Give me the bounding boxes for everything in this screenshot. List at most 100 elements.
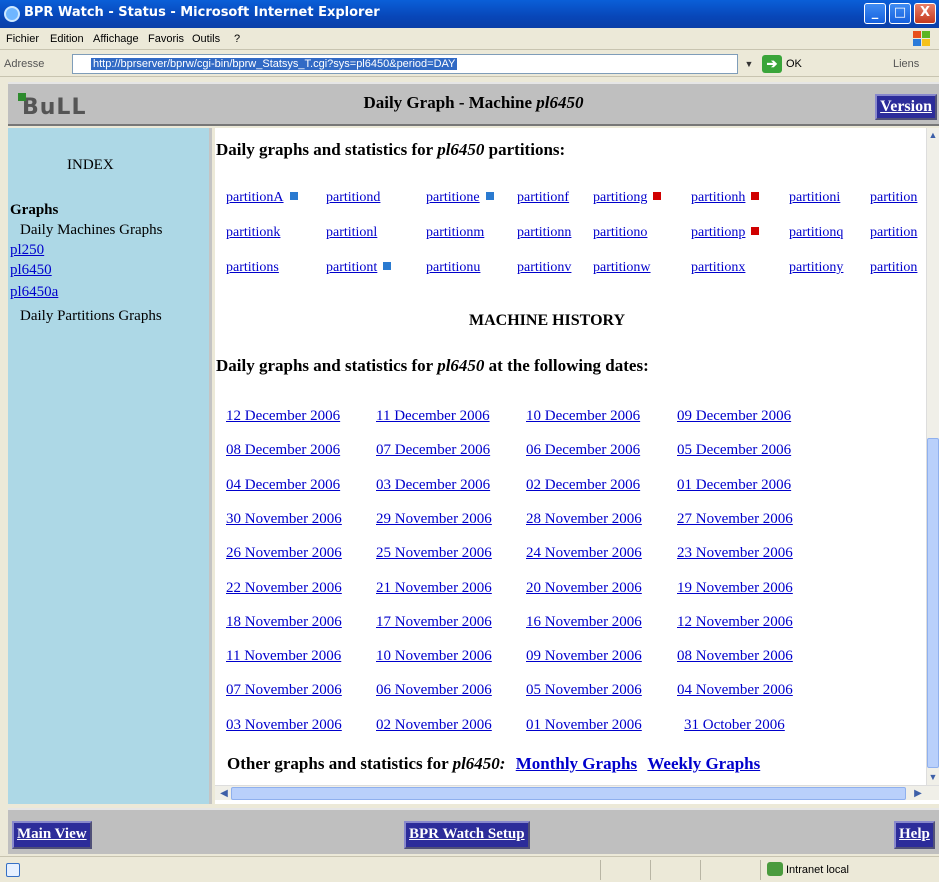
monthly-graphs-link[interactable]: Monthly Graphs (516, 754, 637, 773)
history-date-link[interactable]: 16 November 2006 (526, 614, 642, 631)
address-dropdown-icon[interactable]: ▼ (741, 55, 757, 73)
minimize-button[interactable]: _ (864, 3, 886, 24)
history-date-link[interactable]: 07 December 2006 (376, 442, 490, 459)
maximize-button[interactable]: □ (889, 3, 911, 24)
partition-link[interactable]: partitionx (691, 260, 745, 276)
scroll-left-icon[interactable]: ◀ (217, 786, 231, 801)
history-date-link[interactable]: 08 November 2006 (677, 648, 793, 665)
history-date-link[interactable]: 05 December 2006 (677, 442, 791, 459)
history-date-link[interactable]: 10 November 2006 (376, 648, 492, 665)
partition-link[interactable]: partitionm (426, 225, 484, 241)
history-date-link[interactable]: 23 November 2006 (677, 545, 793, 562)
partition-link[interactable]: partitiony (789, 260, 843, 276)
history-date-link[interactable]: 11 December 2006 (376, 408, 490, 425)
go-button[interactable]: OK (786, 58, 802, 70)
history-date-link[interactable]: 04 December 2006 (226, 477, 340, 494)
sidebar-item-pl250[interactable]: pl250 (10, 242, 44, 258)
partition-link[interactable]: partitiono (593, 225, 647, 241)
history-date-link[interactable]: 11 November 2006 (226, 648, 341, 665)
partition-link[interactable]: partition (870, 225, 917, 241)
history-date-link[interactable]: 19 November 2006 (677, 580, 793, 597)
partition-link[interactable]: partitionA (226, 190, 298, 206)
menu-edition[interactable]: Edition (50, 33, 84, 45)
main-view-button[interactable]: Main View (12, 821, 92, 849)
partition-link[interactable]: partitionn (517, 225, 571, 241)
menu-outils[interactable]: Outils (192, 33, 220, 45)
history-date-link[interactable]: 25 November 2006 (376, 545, 492, 562)
history-date-link[interactable]: 01 December 2006 (677, 477, 791, 494)
history-date-link[interactable]: 22 November 2006 (226, 580, 342, 597)
history-date-link[interactable]: 06 November 2006 (376, 682, 492, 699)
history-date-link[interactable]: 30 November 2006 (226, 511, 342, 528)
partition-status-marker (653, 192, 662, 200)
partition-link[interactable]: partitionk (226, 225, 280, 241)
partition-link[interactable]: partitionl (326, 225, 377, 241)
partition-link[interactable]: partitionh (691, 190, 760, 206)
menu-affichage[interactable]: Affichage (93, 33, 139, 45)
history-date-link[interactable]: 03 December 2006 (376, 477, 490, 494)
partition-link[interactable]: partitionf (517, 190, 569, 206)
partition-link[interactable]: partition (870, 190, 917, 206)
vertical-scroll-thumb[interactable] (927, 438, 939, 768)
history-date-link[interactable]: 07 November 2006 (226, 682, 342, 699)
history-date-link[interactable]: 10 December 2006 (526, 408, 640, 425)
partition-link[interactable]: partitione (426, 190, 494, 206)
history-date-link[interactable]: 01 November 2006 (526, 717, 642, 734)
history-date-link[interactable]: 20 November 2006 (526, 580, 642, 597)
history-date-link[interactable]: 09 November 2006 (526, 648, 642, 665)
horizontal-scroll-thumb[interactable] (231, 787, 906, 800)
history-date-link[interactable]: 02 November 2006 (376, 717, 492, 734)
links-toolbar[interactable]: Liens (893, 58, 919, 70)
partition-link[interactable]: partitionv (517, 260, 571, 276)
address-input[interactable]: http://bprserver/bprw/cgi-bin/bprw_Stats… (72, 54, 738, 74)
history-date-link[interactable]: 05 November 2006 (526, 682, 642, 699)
help-button[interactable]: Help (894, 821, 935, 849)
scroll-down-icon[interactable]: ▼ (927, 772, 939, 786)
partition-link[interactable]: partitionu (426, 260, 480, 276)
partition-link[interactable]: partitionq (789, 225, 843, 241)
sidebar-item-pl6450[interactable]: pl6450 (10, 262, 52, 278)
horizontal-scrollbar[interactable]: ◀ ▶ (215, 785, 939, 800)
history-date-link[interactable]: 21 November 2006 (376, 580, 492, 597)
history-date-link[interactable]: 09 December 2006 (677, 408, 791, 425)
menu-help[interactable]: ? (234, 33, 240, 45)
history-date-link[interactable]: 08 December 2006 (226, 442, 340, 459)
main-content[interactable]: Daily graphs and statistics for pl6450 p… (215, 128, 939, 804)
partition-link[interactable]: partitiond (326, 190, 380, 206)
partition-link[interactable]: partitioni (789, 190, 840, 206)
history-date-link[interactable]: 27 November 2006 (677, 511, 793, 528)
vertical-scrollbar[interactable]: ▲ ▼ (926, 128, 939, 790)
close-button[interactable]: X (914, 3, 936, 24)
history-date-link[interactable]: 24 November 2006 (526, 545, 642, 562)
history-date-link[interactable]: 02 December 2006 (526, 477, 640, 494)
history-date-link[interactable]: 03 November 2006 (226, 717, 342, 734)
history-date-link[interactable]: 29 November 2006 (376, 511, 492, 528)
sidebar-item-pl6450a[interactable]: pl6450a (10, 284, 58, 300)
weekly-graphs-link[interactable]: Weekly Graphs (647, 754, 760, 773)
history-date-link[interactable]: 12 December 2006 (226, 408, 340, 425)
history-date-link[interactable]: 18 November 2006 (226, 614, 342, 631)
address-label: Adresse (4, 58, 45, 70)
menu-fichier[interactable]: Fichier (6, 33, 39, 45)
partition-link[interactable]: partitiont (326, 260, 392, 276)
partition-link[interactable]: partitionw (593, 260, 651, 276)
history-date-link[interactable]: 04 November 2006 (677, 682, 793, 699)
scroll-up-icon[interactable]: ▲ (927, 130, 939, 144)
version-button[interactable]: Version (875, 94, 937, 120)
history-date-link[interactable]: 06 December 2006 (526, 442, 640, 459)
partition-link[interactable]: partitiong (593, 190, 662, 206)
menu-favoris[interactable]: Favoris (148, 33, 184, 45)
history-date-link[interactable]: 28 November 2006 (526, 511, 642, 528)
bpr-watch-setup-button[interactable]: BPR Watch Setup (404, 821, 530, 849)
partition-link[interactable]: partitionp (691, 225, 760, 241)
partition-link[interactable]: partitions (226, 260, 279, 276)
history-date-link[interactable]: 31 October 2006 (684, 717, 785, 734)
history-date-link[interactable]: 26 November 2006 (226, 545, 342, 562)
go-arrow-icon[interactable]: ➔ (762, 55, 782, 73)
address-url[interactable]: http://bprserver/bprw/cgi-bin/bprw_Stats… (91, 58, 458, 70)
window-title-bar[interactable]: BPR Watch - Status - Microsoft Internet … (0, 0, 939, 28)
history-date-link[interactable]: 17 November 2006 (376, 614, 492, 631)
partition-link[interactable]: partition (870, 260, 917, 276)
scroll-right-icon[interactable]: ▶ (911, 786, 925, 801)
history-date-link[interactable]: 12 November 2006 (677, 614, 793, 631)
